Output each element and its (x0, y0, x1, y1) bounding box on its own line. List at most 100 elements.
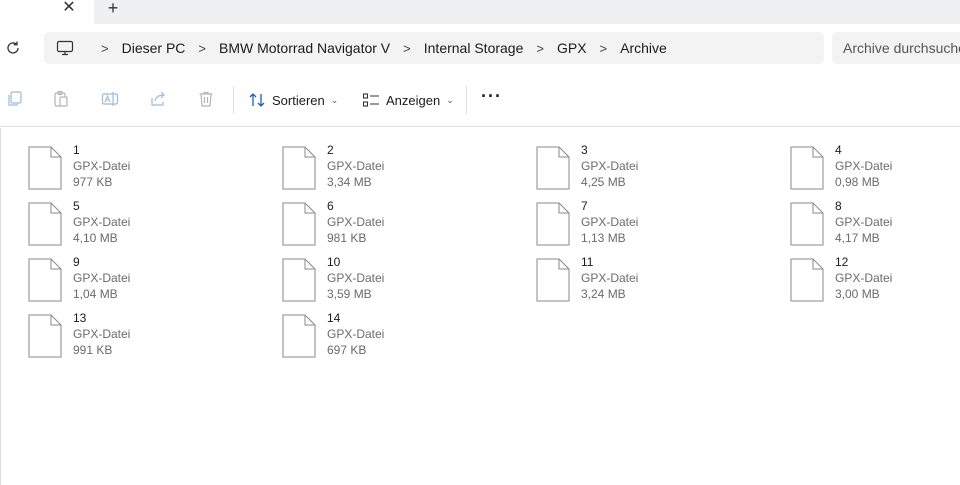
chevron-down-icon: ⌄ (330, 94, 339, 105)
tab-archive[interactable]: ✕ (0, 0, 94, 24)
breadcrumb-archive[interactable]: Archive (620, 40, 667, 56)
file-icon (790, 258, 824, 302)
file-icon (536, 258, 570, 302)
breadcrumb-separator[interactable]: > (536, 41, 544, 56)
copy-icon[interactable] (6, 90, 24, 108)
breadcrumb-separator[interactable]: > (600, 41, 608, 56)
file-size: 697 KB (327, 343, 367, 357)
file-item[interactable]: 4 GPX-Datei 0,98 MB (790, 136, 960, 190)
breadcrumb-internal-storage[interactable]: Internal Storage (424, 40, 524, 56)
file-icon (282, 202, 316, 246)
file-icon (790, 202, 824, 246)
file-type: GPX-Datei (73, 215, 131, 229)
file-icon (536, 202, 570, 246)
tab-close-icon[interactable]: ✕ (60, 0, 78, 18)
file-type: GPX-Datei (581, 271, 639, 285)
command-bar: Sortieren ⌄ Anzeigen ⌄ ··· (0, 72, 960, 127)
breadcrumb-bmw-navigator[interactable]: BMW Motorrad Navigator V (219, 40, 390, 56)
file-icon (282, 146, 316, 190)
rename-icon[interactable] (101, 90, 119, 108)
file-icon (282, 258, 316, 302)
computer-icon[interactable] (56, 40, 74, 56)
file-icon (28, 258, 62, 302)
file-icon (28, 202, 62, 246)
share-icon[interactable] (149, 90, 167, 108)
address-row: > Dieser PC > BMW Motorrad Navigator V >… (0, 24, 960, 72)
file-name: 9 (73, 255, 80, 269)
toolbar-divider (466, 86, 467, 114)
file-item[interactable]: 2 GPX-Datei 3,34 MB (282, 136, 522, 190)
new-tab-icon[interactable]: + (104, 0, 122, 18)
file-name: 13 (73, 311, 87, 325)
file-type: GPX-Datei (327, 215, 385, 229)
file-item[interactable]: 6 GPX-Datei 981 KB (282, 192, 522, 246)
breadcrumb-separator[interactable]: > (403, 41, 411, 56)
file-name: 12 (835, 255, 849, 269)
file-name: 8 (835, 199, 842, 213)
file-type: GPX-Datei (327, 271, 385, 285)
toolbar-divider (233, 86, 234, 114)
file-item[interactable]: 9 GPX-Datei 1,04 MB (28, 248, 268, 302)
file-size: 0,98 MB (835, 175, 880, 189)
file-icon (28, 314, 62, 358)
file-item[interactable]: 3 GPX-Datei 4,25 MB (536, 136, 776, 190)
file-size: 3,34 MB (327, 175, 372, 189)
file-item[interactable]: 10 GPX-Datei 3,59 MB (282, 248, 522, 302)
file-size: 1,13 MB (581, 231, 626, 245)
file-name: 5 (73, 199, 80, 213)
file-type: GPX-Datei (581, 215, 639, 229)
file-item[interactable]: 5 GPX-Datei 4,10 MB (28, 192, 268, 246)
breadcrumb-gpx[interactable]: GPX (557, 40, 587, 56)
view-icon (362, 93, 379, 107)
file-size: 981 KB (327, 231, 367, 245)
file-item[interactable]: 8 GPX-Datei 4,17 MB (790, 192, 960, 246)
file-item[interactable]: 13 GPX-Datei 991 KB (28, 304, 268, 358)
file-size: 4,10 MB (73, 231, 118, 245)
file-name: 2 (327, 143, 334, 157)
file-icon (536, 146, 570, 190)
file-icon (28, 146, 62, 190)
file-item[interactable]: 7 GPX-Datei 1,13 MB (536, 192, 776, 246)
file-name: 3 (581, 143, 588, 157)
file-size: 4,25 MB (581, 175, 626, 189)
breadcrumb[interactable]: > Dieser PC > BMW Motorrad Navigator V >… (44, 32, 824, 64)
file-name: 6 (327, 199, 334, 213)
file-type: GPX-Datei (581, 159, 639, 173)
file-type: GPX-Datei (73, 327, 131, 341)
file-size: 991 KB (73, 343, 113, 357)
view-button[interactable]: Anzeigen ⌄ (362, 89, 454, 111)
file-item[interactable]: 1 GPX-Datei 977 KB (28, 136, 268, 190)
file-name: 14 (327, 311, 341, 325)
file-grid: 1 GPX-Datei 977 KB 2 GPX-Datei 3,34 MB 3 GPX-Da… (0, 128, 960, 485)
file-type: GPX-Datei (73, 159, 131, 173)
more-options-icon[interactable]: ··· (481, 87, 501, 108)
file-item[interactable]: 12 GPX-Datei 3,00 MB (790, 248, 960, 302)
file-name: 7 (581, 199, 588, 213)
file-size: 1,04 MB (73, 287, 118, 301)
sort-label: Sortieren (272, 92, 325, 108)
file-name: 4 (835, 143, 842, 157)
file-size: 4,17 MB (835, 231, 880, 245)
file-item[interactable]: 14 GPX-Datei 697 KB (282, 304, 522, 358)
file-icon (790, 146, 824, 190)
refresh-icon[interactable] (4, 39, 22, 57)
file-size: 3,00 MB (835, 287, 880, 301)
search-input[interactable]: Archive durchsuchen (832, 32, 960, 64)
file-name: 11 (581, 255, 594, 269)
file-type: GPX-Datei (73, 271, 131, 285)
view-label: Anzeigen (386, 92, 441, 108)
file-name: 10 (327, 255, 341, 269)
tab-bar: ✕ + (0, 0, 960, 24)
file-type: GPX-Datei (327, 159, 385, 173)
file-icon (282, 314, 316, 358)
breadcrumb-separator[interactable]: > (198, 41, 206, 56)
file-type: GPX-Datei (835, 159, 893, 173)
breadcrumb-separator[interactable]: > (101, 41, 109, 56)
breadcrumb-dieser-pc[interactable]: Dieser PC (122, 40, 186, 56)
delete-icon[interactable] (197, 90, 215, 108)
chevron-down-icon: ⌄ (446, 94, 454, 105)
sort-button[interactable]: Sortieren ⌄ (248, 89, 338, 111)
file-size: 977 KB (73, 175, 113, 189)
paste-icon[interactable] (52, 90, 70, 108)
file-item[interactable]: 11 GPX-Datei 3,24 MB (536, 248, 776, 302)
